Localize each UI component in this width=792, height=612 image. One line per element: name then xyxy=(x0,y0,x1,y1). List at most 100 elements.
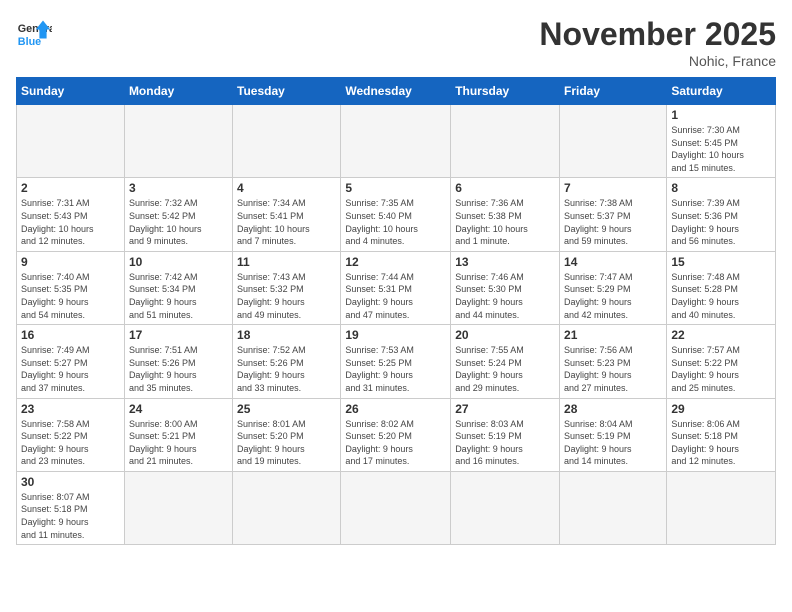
calendar-cell: 12 Sunrise: 7:44 AM Sunset: 5:31 PM Dayli… xyxy=(341,251,451,324)
day-info: Sunrise: 7:56 AM Sunset: 5:23 PM Dayligh… xyxy=(564,344,662,394)
calendar-cell xyxy=(341,471,451,544)
day-number: 4 xyxy=(237,181,336,195)
calendar-cell: 8 Sunrise: 7:39 AM Sunset: 5:36 PM Daylig… xyxy=(667,178,776,251)
day-header-thursday: Thursday xyxy=(451,78,560,105)
calendar-cell: 5 Sunrise: 7:35 AM Sunset: 5:40 PM Daylig… xyxy=(341,178,451,251)
day-number: 29 xyxy=(671,402,771,416)
day-number: 16 xyxy=(21,328,120,342)
calendar-cell: 26Sunrise: 8:02 AM Sunset: 5:20 PM Dayli… xyxy=(341,398,451,471)
day-number: 5 xyxy=(345,181,446,195)
day-number: 14 xyxy=(564,255,662,269)
day-number: 19 xyxy=(345,328,446,342)
calendar-cell: 21 Sunrise: 7:56 AM Sunset: 5:23 PM Dayli… xyxy=(560,325,667,398)
day-number: 13 xyxy=(455,255,555,269)
day-info: Sunrise: 7:31 AM Sunset: 5:43 PM Dayligh… xyxy=(21,197,120,247)
day-number: 15 xyxy=(671,255,771,269)
calendar-cell: 20 Sunrise: 7:55 AM Sunset: 5:24 PM Dayli… xyxy=(451,325,560,398)
page-header: General Blue November 2025 Nohic, France xyxy=(16,16,776,69)
calendar-cell xyxy=(17,105,125,178)
day-info: Sunrise: 7:52 AM Sunset: 5:26 PM Dayligh… xyxy=(237,344,336,394)
calendar-cell xyxy=(124,471,232,544)
day-info: Sunrise: 7:36 AM Sunset: 5:38 PM Dayligh… xyxy=(455,197,555,247)
week-row-1: 1 Sunrise: 7:30 AM Sunset: 5:45 PM Daylig… xyxy=(17,105,776,178)
week-row-3: 9 Sunrise: 7:40 AM Sunset: 5:35 PM Daylig… xyxy=(17,251,776,324)
day-header-friday: Friday xyxy=(560,78,667,105)
calendar-cell: 7Sunrise: 7:38 AM Sunset: 5:37 PM Daylig… xyxy=(560,178,667,251)
day-number: 1 xyxy=(671,108,771,122)
calendar-cell: 3 Sunrise: 7:32 AM Sunset: 5:42 PM Daylig… xyxy=(124,178,232,251)
calendar-cell xyxy=(233,105,341,178)
day-info: Sunrise: 8:03 AM Sunset: 5:19 PM Dayligh… xyxy=(455,418,555,468)
calendar-cell: 27Sunrise: 8:03 AM Sunset: 5:19 PM Dayli… xyxy=(451,398,560,471)
day-header-wednesday: Wednesday xyxy=(341,78,451,105)
day-number: 28 xyxy=(564,402,662,416)
day-info: Sunrise: 7:44 AM Sunset: 5:31 PM Dayligh… xyxy=(345,271,446,321)
logo: General Blue xyxy=(16,16,52,52)
day-info: Sunrise: 7:49 AM Sunset: 5:27 PM Dayligh… xyxy=(21,344,120,394)
day-info: Sunrise: 7:46 AM Sunset: 5:30 PM Dayligh… xyxy=(455,271,555,321)
day-info: Sunrise: 7:32 AM Sunset: 5:42 PM Dayligh… xyxy=(129,197,228,247)
calendar-cell: 10 Sunrise: 7:42 AM Sunset: 5:34 PM Dayli… xyxy=(124,251,232,324)
calendar-cell: 17 Sunrise: 7:51 AM Sunset: 5:26 PM Dayli… xyxy=(124,325,232,398)
calendar-cell: 9 Sunrise: 7:40 AM Sunset: 5:35 PM Daylig… xyxy=(17,251,125,324)
day-header-saturday: Saturday xyxy=(667,78,776,105)
calendar-cell xyxy=(560,105,667,178)
day-info: Sunrise: 7:55 AM Sunset: 5:24 PM Dayligh… xyxy=(455,344,555,394)
day-number: 3 xyxy=(129,181,228,195)
day-number: 21 xyxy=(564,328,662,342)
week-row-5: 23Sunrise: 7:58 AM Sunset: 5:22 PM Dayli… xyxy=(17,398,776,471)
day-number: 11 xyxy=(237,255,336,269)
day-info: Sunrise: 7:58 AM Sunset: 5:22 PM Dayligh… xyxy=(21,418,120,468)
day-number: 26 xyxy=(345,402,446,416)
calendar-cell: 1 Sunrise: 7:30 AM Sunset: 5:45 PM Daylig… xyxy=(667,105,776,178)
day-number: 24 xyxy=(129,402,228,416)
day-info: Sunrise: 7:53 AM Sunset: 5:25 PM Dayligh… xyxy=(345,344,446,394)
calendar-cell: 4 Sunrise: 7:34 AM Sunset: 5:41 PM Daylig… xyxy=(233,178,341,251)
calendar-cell xyxy=(124,105,232,178)
calendar-cell xyxy=(341,105,451,178)
day-info: Sunrise: 7:30 AM Sunset: 5:45 PM Dayligh… xyxy=(671,124,771,174)
svg-text:Blue: Blue xyxy=(18,36,41,48)
calendar-cell: 14Sunrise: 7:47 AM Sunset: 5:29 PM Dayli… xyxy=(560,251,667,324)
calendar-cell: 28Sunrise: 8:04 AM Sunset: 5:19 PM Dayli… xyxy=(560,398,667,471)
day-info: Sunrise: 7:57 AM Sunset: 5:22 PM Dayligh… xyxy=(671,344,771,394)
day-info: Sunrise: 7:42 AM Sunset: 5:34 PM Dayligh… xyxy=(129,271,228,321)
day-number: 17 xyxy=(129,328,228,342)
day-info: Sunrise: 7:34 AM Sunset: 5:41 PM Dayligh… xyxy=(237,197,336,247)
days-header-row: SundayMondayTuesdayWednesdayThursdayFrid… xyxy=(17,78,776,105)
calendar-cell: 11 Sunrise: 7:43 AM Sunset: 5:32 PM Dayli… xyxy=(233,251,341,324)
calendar-cell: 25Sunrise: 8:01 AM Sunset: 5:20 PM Dayli… xyxy=(233,398,341,471)
month-title: November 2025 xyxy=(539,16,776,53)
day-number: 9 xyxy=(21,255,120,269)
day-info: Sunrise: 8:00 AM Sunset: 5:21 PM Dayligh… xyxy=(129,418,228,468)
day-info: Sunrise: 7:39 AM Sunset: 5:36 PM Dayligh… xyxy=(671,197,771,247)
calendar-cell xyxy=(451,471,560,544)
day-number: 7 xyxy=(564,181,662,195)
day-number: 22 xyxy=(671,328,771,342)
day-header-monday: Monday xyxy=(124,78,232,105)
day-info: Sunrise: 7:40 AM Sunset: 5:35 PM Dayligh… xyxy=(21,271,120,321)
logo-icon: General Blue xyxy=(16,16,52,52)
calendar-cell xyxy=(560,471,667,544)
day-info: Sunrise: 7:43 AM Sunset: 5:32 PM Dayligh… xyxy=(237,271,336,321)
day-number: 30 xyxy=(21,475,120,489)
day-number: 8 xyxy=(671,181,771,195)
day-number: 25 xyxy=(237,402,336,416)
day-number: 6 xyxy=(455,181,555,195)
day-info: Sunrise: 7:51 AM Sunset: 5:26 PM Dayligh… xyxy=(129,344,228,394)
day-number: 12 xyxy=(345,255,446,269)
calendar-cell: 6 Sunrise: 7:36 AM Sunset: 5:38 PM Daylig… xyxy=(451,178,560,251)
calendar-cell: 29Sunrise: 8:06 AM Sunset: 5:18 PM Dayli… xyxy=(667,398,776,471)
day-info: Sunrise: 7:35 AM Sunset: 5:40 PM Dayligh… xyxy=(345,197,446,247)
calendar-cell: 16 Sunrise: 7:49 AM Sunset: 5:27 PM Dayli… xyxy=(17,325,125,398)
calendar-cell xyxy=(667,471,776,544)
calendar-cell: 15Sunrise: 7:48 AM Sunset: 5:28 PM Dayli… xyxy=(667,251,776,324)
calendar-cell: 23Sunrise: 7:58 AM Sunset: 5:22 PM Dayli… xyxy=(17,398,125,471)
calendar-cell: 2 Sunrise: 7:31 AM Sunset: 5:43 PM Daylig… xyxy=(17,178,125,251)
day-number: 20 xyxy=(455,328,555,342)
calendar-cell: 22 Sunrise: 7:57 AM Sunset: 5:22 PM Dayli… xyxy=(667,325,776,398)
day-number: 10 xyxy=(129,255,228,269)
title-block: November 2025 Nohic, France xyxy=(539,16,776,69)
day-number: 2 xyxy=(21,181,120,195)
calendar-cell: 19 Sunrise: 7:53 AM Sunset: 5:25 PM Dayli… xyxy=(341,325,451,398)
